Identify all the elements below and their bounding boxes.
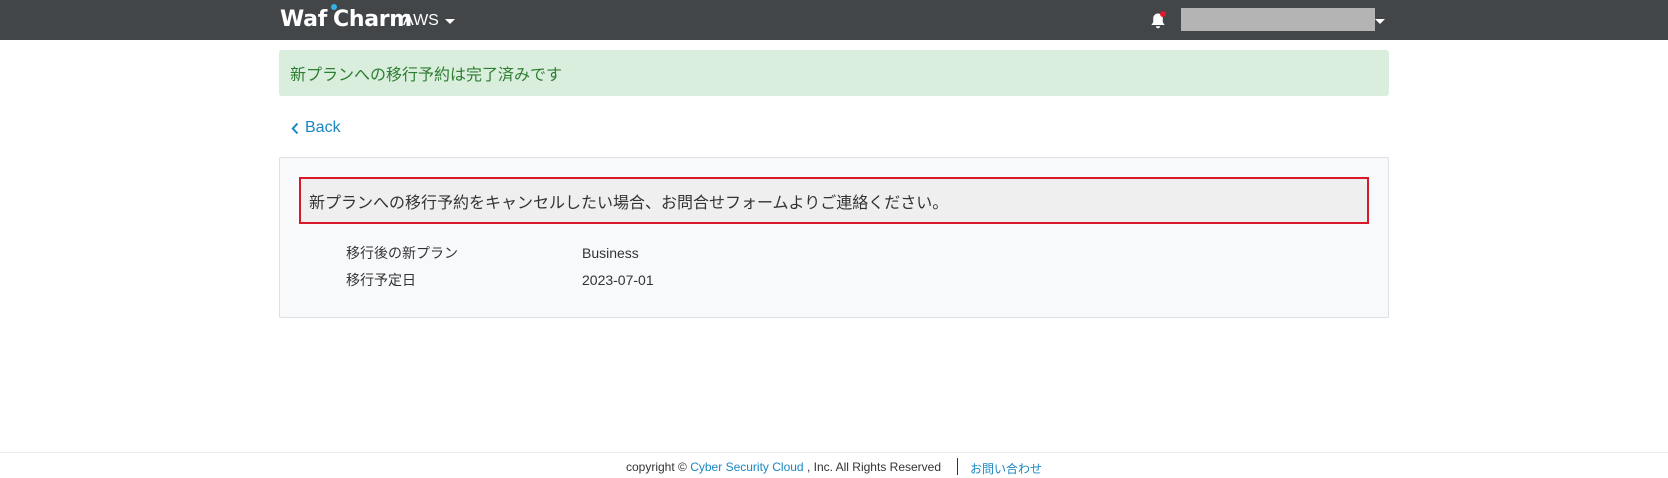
top-navbar: Waf Charm AWS: [0, 0, 1668, 40]
detail-value: Business: [582, 245, 639, 261]
brand-logo[interactable]: Waf Charm: [280, 4, 412, 34]
detail-row-new-plan: 移行後の新プラン Business: [346, 244, 639, 262]
brand-accent-dot: [331, 4, 337, 10]
company-link[interactable]: Cyber Security Cloud: [690, 460, 803, 474]
copyright-text: copyright © Cyber Security Cloud , Inc. …: [626, 460, 941, 474]
notification-badge: [1160, 11, 1166, 17]
footer: copyright © Cyber Security Cloud , Inc. …: [0, 456, 1668, 478]
page: Waf Charm AWS 新プランへの移行予約は完了済みです Back 新プラ…: [0, 0, 1668, 478]
caret-down-icon: [1375, 19, 1385, 24]
back-link[interactable]: Back: [291, 118, 341, 138]
plan-change-panel: 新プランへの移行予約をキャンセルしたい場合、お問合せフォームよりご連絡ください。…: [279, 157, 1389, 318]
detail-label: 移行予定日: [346, 273, 416, 289]
copyright-suffix: , Inc. All Rights Reserved: [806, 460, 942, 474]
copyright-prefix: copyright ©: [626, 460, 687, 474]
chevron-left-icon: [291, 122, 299, 134]
brand-word-charm-text: Charm: [333, 7, 412, 32]
cloud-provider-dropdown[interactable]: AWS: [403, 10, 455, 32]
caret-down-icon: [444, 18, 455, 24]
back-link-label: Back: [305, 119, 341, 136]
cancel-notice-text: 新プランへの移行予約をキャンセルしたい場合、お問合せフォームよりご連絡ください。: [309, 192, 949, 212]
account-name-redacted: [1181, 8, 1375, 31]
footer-divider: [0, 452, 1668, 453]
detail-value: 2023-07-01: [582, 272, 654, 288]
footer-separator: [957, 458, 958, 475]
cloud-provider-label: AWS: [403, 12, 439, 29]
brand-word-waf: Waf: [280, 7, 327, 32]
bell-icon[interactable]: [1148, 11, 1168, 31]
detail-label: 移行後の新プラン: [346, 246, 458, 262]
detail-row-migration-date: 移行予定日 2023-07-01: [346, 271, 654, 289]
success-alert-message: 新プランへの移行予約は完了済みです: [290, 65, 563, 84]
success-alert: 新プランへの移行予約は完了済みです: [279, 50, 1389, 96]
account-dropdown[interactable]: [1181, 8, 1385, 31]
brand-word-charm: Charm: [331, 4, 412, 34]
cancel-notice: 新プランへの移行予約をキャンセルしたい場合、お問合せフォームよりご連絡ください。: [299, 177, 1369, 224]
contact-link[interactable]: お問い合わせ: [970, 460, 1042, 477]
